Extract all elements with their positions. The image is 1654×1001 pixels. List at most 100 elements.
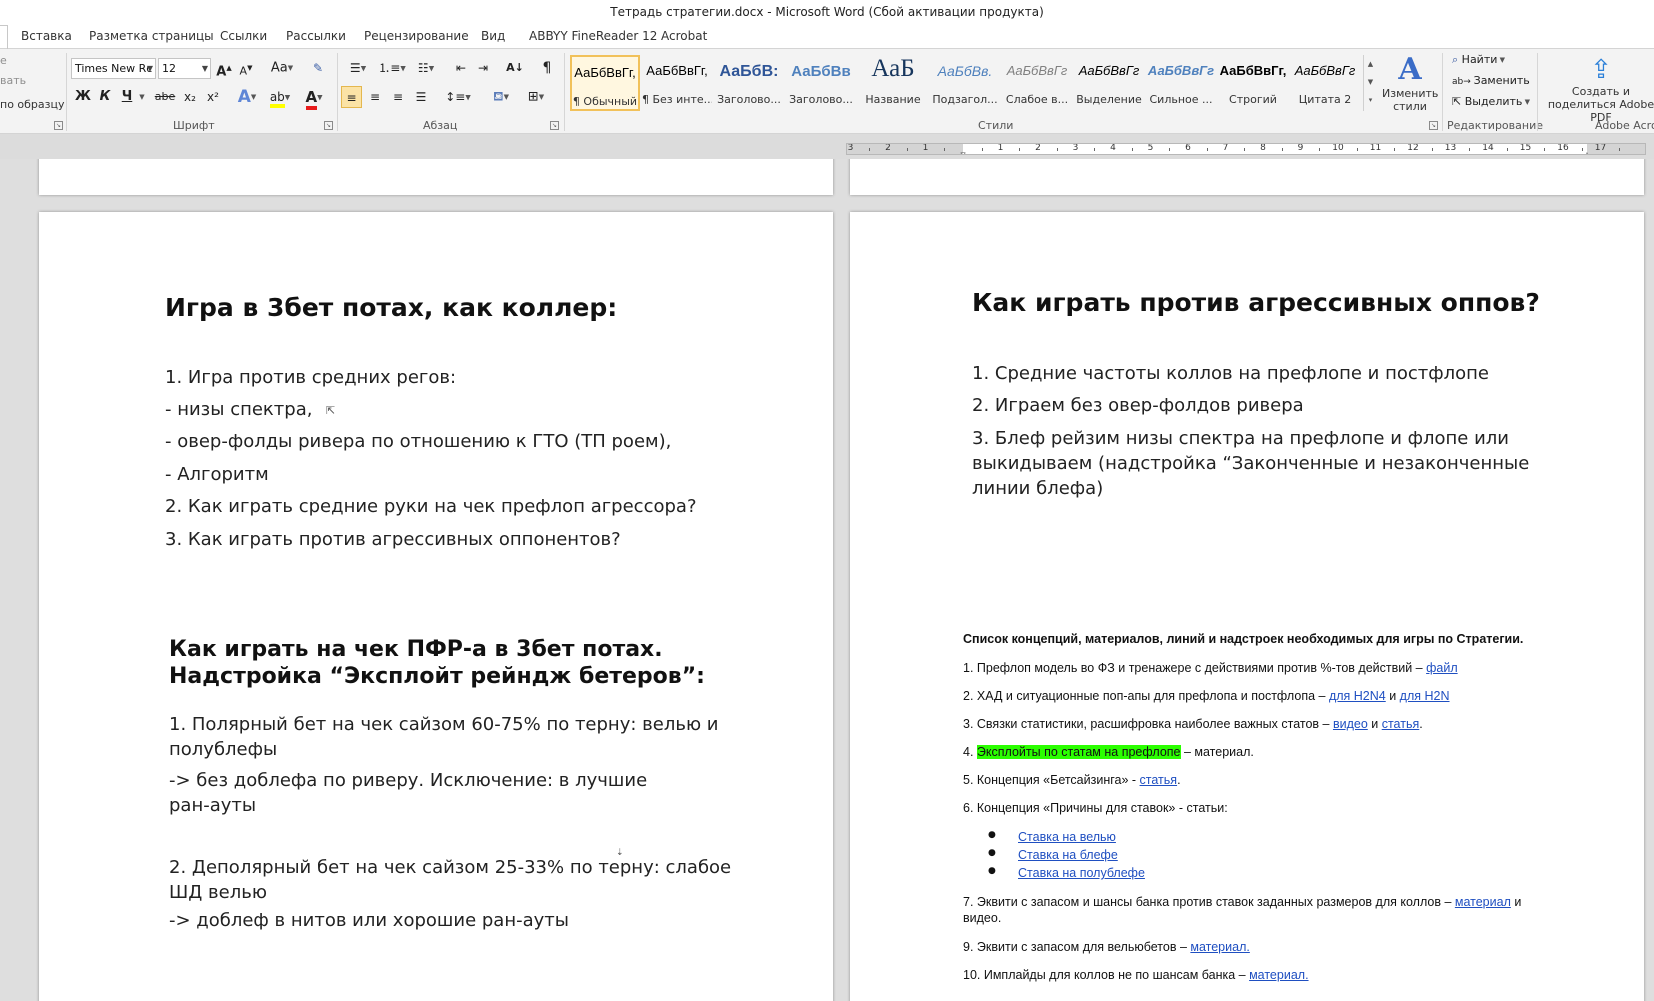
style-no-spacing[interactable]: АаБбВвГг, ¶ Без инте... xyxy=(642,55,712,111)
concept-link[interactable]: материал xyxy=(1455,895,1511,909)
format-painter-button[interactable]: по образцу xyxy=(0,98,65,111)
change-styles-button[interactable]: A Изменить стили xyxy=(1382,53,1438,114)
concept-link[interactable]: видео xyxy=(1333,717,1368,731)
indent-marker-icon[interactable]: ⧖ xyxy=(960,151,966,154)
justify-button[interactable]: ☰ xyxy=(411,86,431,108)
find-button[interactable]: ⌕ Найти ▼ xyxy=(1452,53,1505,67)
borders-button[interactable]: ⊞▼ xyxy=(522,86,550,108)
page-previous-left[interactable] xyxy=(39,159,833,195)
binoculars-icon: ⌕ xyxy=(1452,53,1462,66)
list-item: - низы спектра, xyxy=(165,399,313,420)
sort-button[interactable]: A↓ xyxy=(504,57,526,79)
concept-link[interactable]: Ставка на блефе xyxy=(1018,848,1118,862)
font-size-combo[interactable]: 12 ▼ xyxy=(158,58,211,79)
style-strong[interactable]: АаБбВвГг, Строгий xyxy=(1218,55,1288,111)
style-intense-emphasis[interactable]: АаБбВвГг Сильное ... xyxy=(1146,55,1216,111)
bullets-button[interactable]: ☰▼ xyxy=(344,57,372,79)
concept-link[interactable]: статья xyxy=(1140,773,1178,787)
superscript-button[interactable]: x² xyxy=(203,86,223,108)
tab-page-layout[interactable]: Разметка страницы xyxy=(89,29,214,43)
increase-indent-button[interactable]: ⇥ xyxy=(473,57,493,79)
clipboard-launcher-icon[interactable]: ↘ xyxy=(54,121,63,130)
grow-font-button[interactable]: A▲ xyxy=(215,57,233,79)
styles-gallery-scroll[interactable]: ▲ ▼ ▾ xyxy=(1363,55,1377,111)
align-center-button[interactable]: ≡ xyxy=(365,86,385,108)
align-right-icon: ≡ xyxy=(392,90,404,104)
group-separator xyxy=(1537,53,1538,131)
numbering-button[interactable]: ⒈≡▼ xyxy=(377,57,407,79)
gallery-more-icon[interactable]: ▾ xyxy=(1364,91,1377,109)
list-item: 1. Средние частоты коллов на префлопе и … xyxy=(972,363,1489,384)
tab-review[interactable]: Рецензирование xyxy=(364,29,469,43)
style-heading1[interactable]: АаБбВ: Заголово... xyxy=(714,55,784,111)
strikethrough-button[interactable]: abe xyxy=(152,86,178,108)
decrease-indent-button[interactable]: ⇤ xyxy=(451,57,471,79)
concept-text: и xyxy=(1367,717,1382,731)
page-left[interactable]: Игра в 3бет потах, как коллер: 1. Игра п… xyxy=(39,212,833,1001)
tab-view[interactable]: Вид xyxy=(481,29,505,43)
shrink-font-button[interactable]: A▼ xyxy=(237,57,255,79)
font-launcher-icon[interactable]: ↘ xyxy=(324,121,333,130)
concept-link[interactable]: для H2N4 xyxy=(1329,689,1386,703)
change-case-button[interactable]: Aa▼ xyxy=(269,57,295,79)
ruler-number: 16 xyxy=(1557,143,1569,153)
tab-abbyy[interactable]: ABBYY FineReader 12 xyxy=(529,29,657,43)
clipboard-fragment[interactable]: вать xyxy=(0,74,26,87)
italic-button[interactable]: К xyxy=(96,86,114,108)
concept-link[interactable]: Ставка на велью xyxy=(1018,830,1116,844)
styles-launcher-icon[interactable]: ↘ xyxy=(1429,121,1438,130)
tab-acrobat[interactable]: Acrobat xyxy=(661,29,707,43)
show-marks-button[interactable]: ¶ xyxy=(537,57,557,79)
underline-button[interactable]: Ч xyxy=(118,86,136,108)
align-left-button[interactable]: ≡ xyxy=(341,86,362,108)
font-color-button[interactable]: A▼ xyxy=(300,86,328,110)
concept-item: 9. Эквити с запасом для вельюбетов – мат… xyxy=(963,939,1250,955)
ruler-tick xyxy=(1244,148,1246,151)
highlight-button[interactable]: ab▼ xyxy=(265,86,295,108)
line-spacing-button[interactable]: ↕≡▼ xyxy=(444,86,472,108)
font-name-combo[interactable]: Times New Rc ▼ xyxy=(71,58,156,79)
multilevel-list-button[interactable]: ☷▼ xyxy=(412,57,440,79)
style-subtle-emphasis[interactable]: АаБбВвГг Слабое в... xyxy=(1002,55,1072,111)
concept-link[interactable]: материал. xyxy=(1190,940,1249,954)
concept-link[interactable]: материал. xyxy=(1249,968,1308,982)
replace-button[interactable]: ab→ Заменить xyxy=(1452,74,1530,87)
tab-mailings[interactable]: Рассылки xyxy=(286,29,346,43)
clipboard-fragment[interactable]: е xyxy=(0,54,7,67)
text-effects-button[interactable]: A▼ xyxy=(236,86,258,108)
horizontal-ruler[interactable]: 3211234567891011121314151617⧖△ xyxy=(846,143,1646,155)
style-name: Слабое в... xyxy=(1005,93,1069,106)
style-title[interactable]: АаБ Название xyxy=(858,55,928,111)
create-share-pdf-button[interactable]: ⇪ Создать и поделиться Adobe PDF xyxy=(1542,55,1654,124)
style-sample: АаБбВвГг xyxy=(1078,63,1140,78)
clear-formatting-icon[interactable]: ✎ xyxy=(307,57,329,79)
bold-button[interactable]: Ж xyxy=(74,86,92,108)
scroll-down-icon[interactable]: ▼ xyxy=(1364,73,1377,91)
tab-insert[interactable]: Вставка xyxy=(21,29,72,43)
style-sample: АаБбВвГг, xyxy=(1219,63,1287,78)
subscript-button[interactable]: x₂ xyxy=(180,86,200,108)
concept-link[interactable]: файл xyxy=(1426,661,1458,675)
concept-link[interactable]: статья xyxy=(1382,717,1420,731)
page-right[interactable]: Как играть против агрессивных оппов? 1. … xyxy=(850,212,1644,1001)
concept-link[interactable]: для H2N xyxy=(1400,689,1450,703)
concept-link[interactable]: Ставка на полублефе xyxy=(1018,866,1145,880)
style-heading2[interactable]: АаБбВв Заголово... xyxy=(786,55,856,111)
tab-references[interactable]: Ссылки xyxy=(220,29,267,43)
paragraph-launcher-icon[interactable]: ↘ xyxy=(550,121,559,130)
underline-dropdown[interactable]: ▼ xyxy=(137,86,147,108)
tab-home-edge[interactable] xyxy=(0,25,8,49)
shading-button[interactable]: ⛾▼ xyxy=(487,86,515,108)
page-previous-right[interactable] xyxy=(850,159,1644,195)
ruler-tick xyxy=(1056,148,1058,151)
right-indent-marker-icon[interactable]: △ xyxy=(1584,151,1591,154)
style-quote2[interactable]: АаБбВвГг Цитата 2 xyxy=(1290,55,1360,111)
select-button[interactable]: ⇱ Выделить ▼ xyxy=(1452,95,1530,108)
scroll-up-icon[interactable]: ▲ xyxy=(1364,55,1377,73)
style-emphasis[interactable]: АаБбВвГг Выделение xyxy=(1074,55,1144,111)
style-normal[interactable]: АаБбВвГг, ¶ Обычный xyxy=(570,55,640,111)
document-area[interactable]: Игра в 3бет потах, как коллер: 1. Игра п… xyxy=(0,159,1654,1001)
style-subtitle[interactable]: АаБбВв. Подзагол... xyxy=(930,55,1000,111)
ruler-tick xyxy=(1394,148,1396,151)
align-right-button[interactable]: ≡ xyxy=(388,86,408,108)
